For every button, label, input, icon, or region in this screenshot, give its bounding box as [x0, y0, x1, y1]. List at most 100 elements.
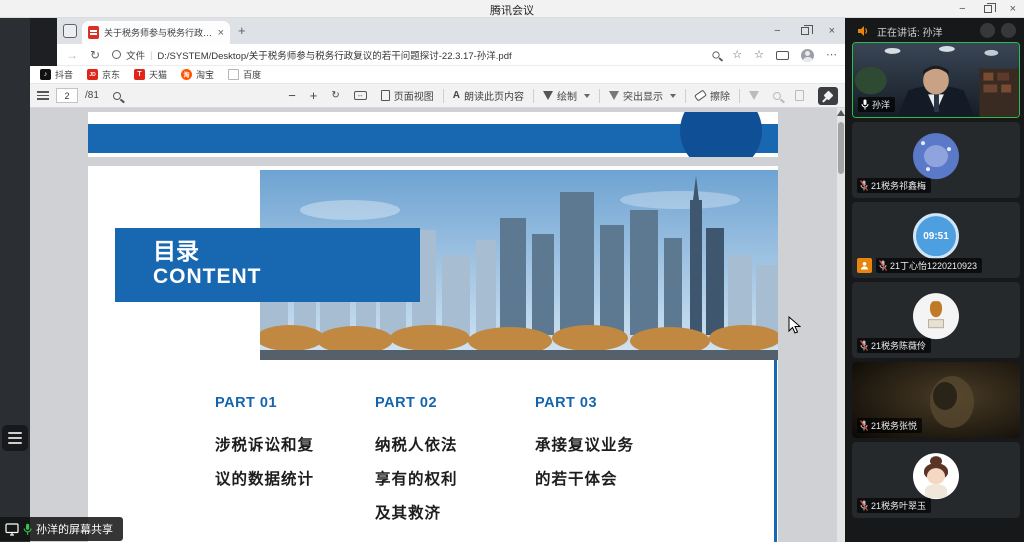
highlight-button[interactable]: 突出显示: [609, 88, 676, 103]
browser-close-icon[interactable]: ×: [829, 26, 835, 37]
list-toggle-button[interactable]: [2, 425, 28, 451]
taobao-icon: 淘: [181, 69, 192, 80]
browser-essentials-icon[interactable]: [776, 51, 789, 60]
speaking-status: 正在讲话: 孙洋: [877, 24, 943, 39]
minimize-icon[interactable]: −: [959, 4, 965, 15]
sidebar-header-icons: [980, 23, 1016, 38]
zoom-out-icon[interactable]: −: [288, 88, 296, 103]
rotate-icon[interactable]: ↻: [331, 90, 339, 101]
clock-avatar: 09:51: [913, 213, 959, 259]
participant-tile-5[interactable]: 21税务张悦: [852, 362, 1020, 438]
pin-toolbar-button[interactable]: [818, 87, 838, 105]
fit-to-width-icon[interactable]: ↔: [354, 91, 367, 100]
participant-name-pill: 孙洋: [858, 97, 895, 112]
annotate-icon-disabled: [749, 91, 759, 100]
close-icon[interactable]: ×: [1010, 4, 1016, 15]
part-02-section: PART 02 纳税人依法 享有的权利 及其救济: [375, 395, 535, 531]
layout-icon[interactable]: [980, 23, 995, 38]
read-aloud-button[interactable]: A 朗读此页内容: [453, 88, 524, 103]
profile-avatar[interactable]: [801, 49, 814, 62]
erase-button[interactable]: 擦除: [695, 88, 730, 103]
expand-icon[interactable]: [1001, 23, 1016, 38]
url-separator: |: [150, 50, 152, 60]
bookmark-taobao[interactable]: 淘 淘宝: [181, 68, 214, 81]
screen-share-label: 孙洋的屏幕共享: [36, 521, 113, 537]
page-view-button[interactable]: 页面视图: [381, 88, 434, 103]
share-mic-icon: [23, 523, 32, 536]
tab-close-icon[interactable]: ×: [218, 27, 224, 39]
save-icon-disabled: [773, 92, 781, 100]
pin-icon: [823, 91, 833, 101]
participant-name-pill: 21税务陈薇伶: [857, 338, 931, 353]
pdf-viewport[interactable]: 目录 CONTENT PART 01 涉税诉讼和复 议的数据统计 PART 02…: [30, 108, 845, 542]
bookmarks-bar: ♪ 抖音 JD 京东 T 天猫 淘 淘宝 百度: [30, 66, 845, 84]
tmall-icon: T: [134, 69, 145, 80]
pdf-page-1-fragment: [88, 112, 778, 157]
pdf-file-icon: [88, 26, 99, 39]
participant-name-pill: 21税务张悦: [857, 418, 922, 433]
browser-minimize-icon[interactable]: −: [774, 26, 780, 37]
slide-right-accent-line: [774, 360, 777, 542]
meeting-titlebar: 腾讯会议 − ×: [0, 0, 1024, 18]
participant-name-pill: 21税务叶翠玉: [857, 498, 931, 513]
toc-icon[interactable]: [37, 91, 49, 100]
browser-tabbar: 关于税务师参与税务行政复议... × + − ×: [30, 18, 845, 44]
toc-title-en: CONTENT: [153, 264, 420, 290]
favorite-star-icon[interactable]: ☆: [732, 50, 742, 61]
new-tab-button[interactable]: +: [238, 23, 246, 38]
zoom-in-icon[interactable]: +: [310, 88, 318, 103]
meeting-window-title: 腾讯会议: [0, 2, 1024, 18]
forward-icon[interactable]: →: [66, 48, 78, 62]
highlight-pen-icon: [609, 91, 619, 100]
screen-share-badge: 孙洋的屏幕共享: [0, 517, 123, 541]
bookmark-jd[interactable]: JD 京东: [87, 68, 120, 81]
toc-banner: 目录 CONTENT: [115, 228, 420, 302]
mouse-cursor: [788, 316, 801, 335]
part-03-section: PART 03 承接复议业务 的若干体会: [535, 395, 695, 497]
speaker-signal-icon: [857, 25, 869, 37]
addressbar-icons: ☆ ☆ ⋯: [712, 44, 837, 66]
pdf-scrollbar[interactable]: [837, 108, 845, 542]
pdf-scrollbar-thumb[interactable]: [838, 122, 844, 174]
participant-tile-6[interactable]: 21税务叶翠玉: [852, 442, 1020, 518]
slide1-blue-band: [88, 124, 778, 153]
search-icon[interactable]: [713, 51, 720, 58]
bookmark-douyin[interactable]: ♪ 抖音: [40, 68, 73, 81]
avatar: [912, 292, 960, 340]
tab-actions-icon[interactable]: [63, 24, 77, 38]
participant-name-pill: 21丁心怡1220210923: [876, 258, 982, 273]
restore-icon[interactable]: [984, 5, 992, 13]
pdf-search-icon[interactable]: [113, 92, 121, 100]
mic-muted-icon: [860, 500, 868, 511]
more-menu-icon[interactable]: ⋯: [826, 50, 837, 61]
bookmark-baidu[interactable]: 百度: [228, 68, 261, 81]
part-02-label: PART 02: [375, 395, 535, 411]
highlight-caret-icon[interactable]: [670, 94, 676, 98]
mic-muted-icon: [860, 420, 868, 431]
browser-tab-active[interactable]: 关于税务师参与税务行政复议... ×: [82, 21, 230, 44]
participant-tile-4[interactable]: 21税务陈薇伶: [852, 282, 1020, 358]
read-aloud-icon: A: [453, 90, 460, 101]
refresh-icon[interactable]: ↻: [90, 48, 100, 62]
participant-tile-sunyang[interactable]: 孙洋: [852, 42, 1020, 118]
participant-tile-3[interactable]: 09:51 21丁心怡1220210923: [852, 202, 1020, 278]
avatar: [912, 132, 960, 180]
url-field[interactable]: 文件 | D:/SYSTEM/Desktop/关于税务师参与税务行政复议的若干问…: [112, 47, 512, 63]
draw-button[interactable]: 绘制: [543, 88, 590, 103]
hand-raised-badge: [857, 258, 872, 273]
slide1-blue-circle: [680, 112, 762, 157]
monitor-icon: [5, 523, 19, 536]
draw-caret-icon[interactable]: [584, 94, 590, 98]
page-number-input[interactable]: 2: [56, 88, 78, 103]
participant-name-pill: 21税务祁鑫梅: [857, 178, 931, 193]
trophy-avatar: [913, 293, 959, 339]
clock-time: 09:51: [923, 231, 949, 242]
bookmark-tmall[interactable]: T 天猫: [134, 68, 167, 81]
page-view-icon: [381, 90, 390, 101]
collections-star-icon[interactable]: ☆: [754, 50, 764, 61]
participant-tile-2[interactable]: 21税务祁鑫梅: [852, 122, 1020, 198]
scrollbar-up-icon[interactable]: [837, 110, 845, 116]
eraser-icon: [694, 89, 707, 101]
part-01-label: PART 01: [215, 395, 375, 411]
browser-restore-icon[interactable]: [801, 27, 809, 35]
